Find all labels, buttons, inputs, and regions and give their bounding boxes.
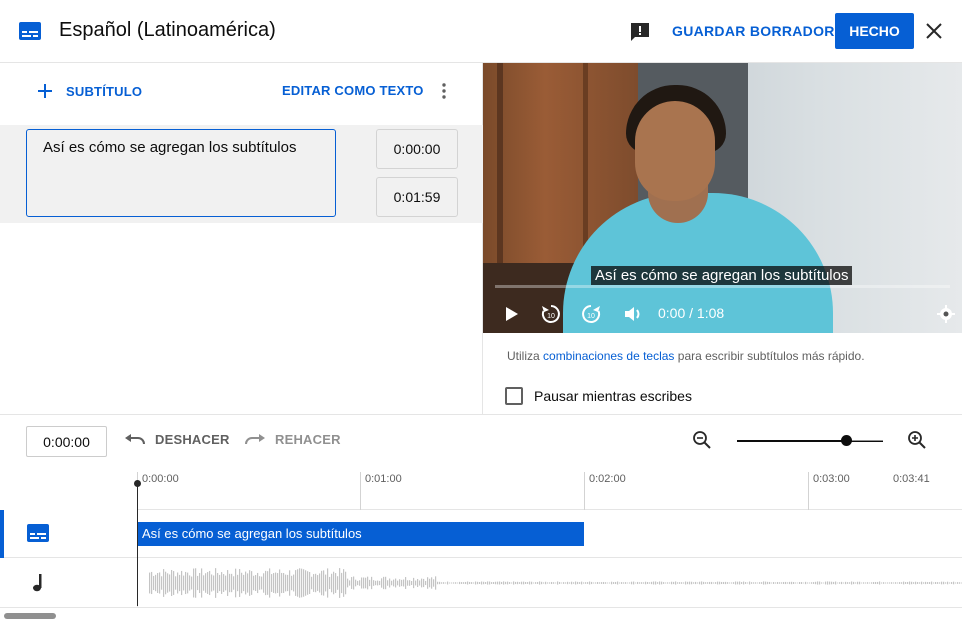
ruler-tick-label: 0:01:00	[365, 473, 402, 485]
zoom-out-icon[interactable]	[691, 429, 713, 451]
cue-end-time-input[interactable]: 0:01:59	[376, 177, 458, 217]
playhead[interactable]	[137, 482, 138, 606]
edit-as-text-button[interactable]: EDITAR COMO TEXTO	[282, 83, 424, 98]
add-subtitle-button[interactable]: SUBTÍTULO	[36, 79, 142, 103]
video-caption-overlay: Así es cómo se agregan los subtítulos	[591, 266, 853, 285]
subtitle-segment[interactable]: Así es cómo se agregan los subtítulos	[137, 522, 584, 546]
video-frame-person	[635, 101, 715, 201]
more-options-icon[interactable]	[436, 80, 452, 102]
subtitle-cue-row: Así es cómo se agregan los subtítulos 0:…	[0, 125, 483, 223]
close-icon[interactable]	[922, 19, 946, 43]
pause-while-typing-label: Pausar mientras escribes	[534, 388, 692, 404]
undo-icon	[125, 433, 145, 444]
music-note-icon	[33, 574, 42, 592]
video-progress-bar[interactable]	[495, 285, 950, 288]
audio-track	[0, 558, 962, 608]
timeline-toolbar: 0:00:00 DESHACER REHACER	[0, 414, 962, 466]
video-frame-detail	[497, 63, 503, 273]
checkbox-box[interactable]	[505, 387, 523, 405]
video-player[interactable]: Así es cómo se agregan los subtítulos 10…	[483, 63, 962, 333]
hint-text: Utiliza	[507, 349, 544, 363]
ruler-tick: 0:02:00	[584, 472, 626, 510]
playhead-handle[interactable]	[134, 480, 141, 487]
editor-header: Español (Latinoamérica) GUARDAR BORRADOR…	[0, 0, 962, 63]
keyboard-shortcuts-link[interactable]: combinaciones de teclas	[543, 349, 674, 363]
undo-label: DESHACER	[155, 432, 230, 447]
subtitles-icon	[19, 22, 41, 40]
forward-10-icon[interactable]: 10	[580, 303, 602, 325]
subtitle-text-input[interactable]: Así es cómo se agregan los subtítulos	[26, 129, 336, 217]
ruler-tick-label: 0:00:00	[142, 473, 179, 485]
subtitles-icon	[27, 524, 49, 542]
hint-text: para escribir subtítulos más rápido.	[674, 349, 865, 363]
plus-icon	[38, 84, 52, 98]
video-time-display: 0:00 / 1:08	[658, 305, 725, 321]
active-track-marker	[0, 510, 4, 558]
settings-gear-icon[interactable]	[935, 303, 957, 325]
ruler-tick: 0:01:00	[360, 472, 402, 510]
zoom-slider-thumb[interactable]	[841, 435, 852, 446]
ruler-tick-label: 0:03:41	[893, 473, 930, 485]
feedback-icon[interactable]	[629, 21, 651, 43]
page-title: Español (Latinoamérica)	[59, 19, 276, 41]
rewind-10-icon[interactable]: 10	[540, 303, 562, 325]
zoom-slider-track[interactable]	[737, 440, 883, 442]
pause-while-typing-checkbox[interactable]: Pausar mientras escribes	[505, 387, 692, 405]
subtitle-editor-panel: SUBTÍTULO EDITAR COMO TEXTO Así es cómo …	[0, 63, 483, 414]
video-controls: 10 10 0:00 / 1:08	[483, 295, 962, 333]
editor-toolbar: SUBTÍTULO EDITAR COMO TEXTO	[0, 63, 483, 125]
save-draft-button[interactable]: GUARDAR BORRADOR	[664, 13, 843, 49]
add-subtitle-label: SUBTÍTULO	[66, 83, 143, 99]
ruler-tick-label: 0:02:00	[589, 473, 626, 485]
ruler-tick: 0:03:00	[808, 472, 850, 510]
svg-text:10: 10	[587, 313, 595, 320]
subtitle-track: Así es cómo se agregan los subtítulos	[0, 510, 962, 558]
ruler-tick-label: 0:03:00	[813, 473, 850, 485]
done-button[interactable]: HECHO	[835, 13, 914, 49]
volume-icon[interactable]	[622, 303, 644, 325]
cue-start-time-input[interactable]: 0:00:00	[376, 129, 458, 169]
redo-icon	[245, 433, 265, 444]
timeline-ruler[interactable]: 0:00:00 0:01:00 0:02:00 0:03:00 0:03:41	[137, 466, 962, 510]
redo-button[interactable]: REHACER	[244, 432, 341, 447]
horizontal-scrollbar[interactable]	[4, 613, 56, 619]
redo-label: REHACER	[275, 432, 341, 447]
zoom-in-icon[interactable]	[906, 429, 928, 451]
undo-button[interactable]: DESHACER	[124, 432, 230, 447]
play-icon[interactable]	[500, 303, 522, 325]
keyboard-shortcuts-hint: Utiliza combinaciones de teclas para esc…	[507, 349, 865, 363]
audio-waveform	[149, 568, 962, 598]
svg-text:10: 10	[547, 313, 555, 320]
timeline-time-input[interactable]: 0:00:00	[26, 426, 107, 457]
